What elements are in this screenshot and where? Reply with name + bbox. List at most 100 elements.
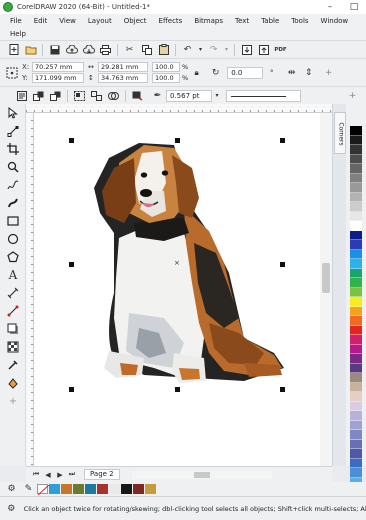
lock-ratio-icon[interactable]: 🔒︎ bbox=[189, 66, 204, 80]
palette-swatch[interactable] bbox=[350, 249, 362, 259]
palette-swatch[interactable] bbox=[350, 173, 362, 183]
document-palette-swatch[interactable] bbox=[61, 484, 72, 494]
redo-dropdown-icon[interactable]: ▾ bbox=[223, 43, 230, 57]
transparency-tool-icon[interactable] bbox=[0, 338, 26, 356]
palette-swatch[interactable] bbox=[350, 382, 362, 392]
palette-swatch[interactable] bbox=[350, 126, 362, 136]
rectangle-tool-icon[interactable] bbox=[0, 212, 26, 230]
crop-tool-icon[interactable] bbox=[0, 140, 26, 158]
menu-edit[interactable]: Edit bbox=[28, 17, 54, 25]
export-icon[interactable] bbox=[256, 43, 271, 57]
palette-swatch[interactable] bbox=[350, 306, 362, 316]
vertical-scroll-thumb[interactable] bbox=[322, 263, 330, 293]
selection-handle[interactable] bbox=[69, 387, 74, 392]
combine-icon[interactable] bbox=[106, 89, 121, 103]
palette-swatch[interactable] bbox=[350, 183, 362, 193]
to-back-icon[interactable] bbox=[48, 89, 63, 103]
palette-swatch[interactable] bbox=[350, 344, 362, 354]
scale-x-input[interactable]: 100.0 bbox=[152, 62, 180, 72]
palette-swatch[interactable] bbox=[350, 135, 362, 145]
width-input[interactable]: 29.281 mm bbox=[98, 62, 148, 72]
palette-swatch[interactable] bbox=[350, 164, 362, 174]
pick-tool-icon[interactable] bbox=[0, 104, 26, 122]
menu-tools[interactable]: Tools bbox=[285, 17, 314, 25]
no-color-swatch[interactable] bbox=[37, 484, 49, 495]
document-palette-swatch[interactable] bbox=[109, 484, 120, 494]
palette-swatch[interactable] bbox=[350, 449, 362, 459]
mirror-vertical-icon[interactable]: ⇕ bbox=[301, 66, 316, 80]
previous-page-icon[interactable]: ◀ bbox=[42, 469, 54, 481]
first-page-icon[interactable]: ⏮ bbox=[30, 469, 42, 481]
freehand-tool-icon[interactable] bbox=[0, 176, 26, 194]
scale-y-input[interactable]: 100.0 bbox=[152, 73, 180, 83]
next-page-icon[interactable]: ▶ bbox=[54, 469, 66, 481]
new-document-icon[interactable] bbox=[6, 43, 21, 57]
horizontal-scrollbar[interactable] bbox=[131, 470, 272, 479]
rotation-angle-input[interactable]: 0.0 bbox=[227, 66, 264, 79]
undo-dropdown-icon[interactable]: ▾ bbox=[197, 43, 204, 57]
print-icon[interactable] bbox=[98, 43, 113, 57]
save-icon[interactable] bbox=[47, 43, 62, 57]
ungroup-icon[interactable] bbox=[89, 89, 104, 103]
group-icon[interactable] bbox=[72, 89, 87, 103]
to-front-icon[interactable] bbox=[31, 89, 46, 103]
document-palette-swatch[interactable] bbox=[85, 484, 96, 494]
menu-view[interactable]: View bbox=[53, 17, 82, 25]
palette-swatch[interactable] bbox=[350, 259, 362, 269]
palette-swatch[interactable] bbox=[350, 468, 362, 478]
menu-window[interactable]: Window bbox=[315, 17, 355, 25]
document-palette-swatch[interactable] bbox=[49, 484, 60, 494]
palette-swatch[interactable] bbox=[350, 221, 362, 231]
eyedropper-tool-icon[interactable] bbox=[0, 356, 26, 374]
palette-swatch[interactable] bbox=[350, 401, 362, 411]
selection-handle[interactable] bbox=[280, 262, 285, 267]
menu-layout[interactable]: Layout bbox=[82, 17, 118, 25]
palette-swatch[interactable] bbox=[350, 230, 362, 240]
settings-gear-icon[interactable]: ⚙ bbox=[4, 502, 19, 516]
palette-swatch[interactable] bbox=[350, 354, 362, 364]
outline-width-input[interactable]: 0.567 pt bbox=[166, 89, 212, 102]
object-origin-icon[interactable] bbox=[4, 66, 19, 80]
last-page-icon[interactable]: ⏭ bbox=[66, 469, 78, 481]
import-icon[interactable] bbox=[239, 43, 254, 57]
connector-tool-icon[interactable] bbox=[0, 302, 26, 320]
ellipse-tool-icon[interactable] bbox=[0, 230, 26, 248]
document-palette-swatch[interactable] bbox=[97, 484, 108, 494]
outline-width-dropdown-icon[interactable]: ▾ bbox=[213, 89, 221, 103]
document-palette-swatch[interactable] bbox=[121, 484, 132, 494]
interactive-fill-tool-icon[interactable] bbox=[0, 374, 26, 392]
menu-table[interactable]: Table bbox=[255, 17, 285, 25]
selection-handle[interactable] bbox=[175, 138, 180, 143]
gear-icon[interactable]: ⚙ bbox=[4, 482, 19, 496]
menu-object[interactable]: Object bbox=[118, 17, 153, 25]
palette-swatch[interactable] bbox=[350, 287, 362, 297]
horizontal-scroll-thumb[interactable] bbox=[193, 471, 210, 478]
paste-icon[interactable] bbox=[156, 43, 171, 57]
undo-icon[interactable]: ↶ bbox=[180, 43, 195, 57]
menu-effects[interactable]: Effects bbox=[153, 17, 189, 25]
artistic-media-tool-icon[interactable] bbox=[0, 194, 26, 212]
polygon-tool-icon[interactable] bbox=[0, 248, 26, 266]
maximize-button[interactable]: □ bbox=[342, 0, 366, 14]
document-palette-swatch[interactable] bbox=[133, 484, 144, 494]
y-position-input[interactable]: 171.099 mm bbox=[32, 73, 84, 83]
palette-swatch[interactable] bbox=[350, 145, 362, 155]
shape-tool-icon[interactable] bbox=[0, 122, 26, 140]
palette-swatch[interactable] bbox=[350, 373, 362, 383]
document-palette-swatch[interactable] bbox=[145, 484, 156, 494]
selection-handle[interactable] bbox=[175, 387, 180, 392]
redo-icon[interactable]: ↷ bbox=[206, 43, 221, 57]
selection-handle[interactable] bbox=[69, 138, 74, 143]
open-icon[interactable] bbox=[23, 43, 38, 57]
document-palette-swatch[interactable] bbox=[157, 484, 168, 494]
add-tool-icon[interactable]: + bbox=[0, 392, 26, 410]
palette-swatch[interactable] bbox=[350, 202, 362, 212]
selection-handle[interactable] bbox=[280, 387, 285, 392]
palette-swatch[interactable] bbox=[350, 392, 362, 402]
zoom-tool-icon[interactable] bbox=[0, 158, 26, 176]
palette-swatch[interactable] bbox=[350, 420, 362, 430]
palette-swatch[interactable] bbox=[350, 430, 362, 440]
palette-swatch[interactable] bbox=[350, 278, 362, 288]
eyedropper-icon[interactable]: ✎ bbox=[21, 482, 36, 496]
selection-handle[interactable] bbox=[69, 262, 74, 267]
